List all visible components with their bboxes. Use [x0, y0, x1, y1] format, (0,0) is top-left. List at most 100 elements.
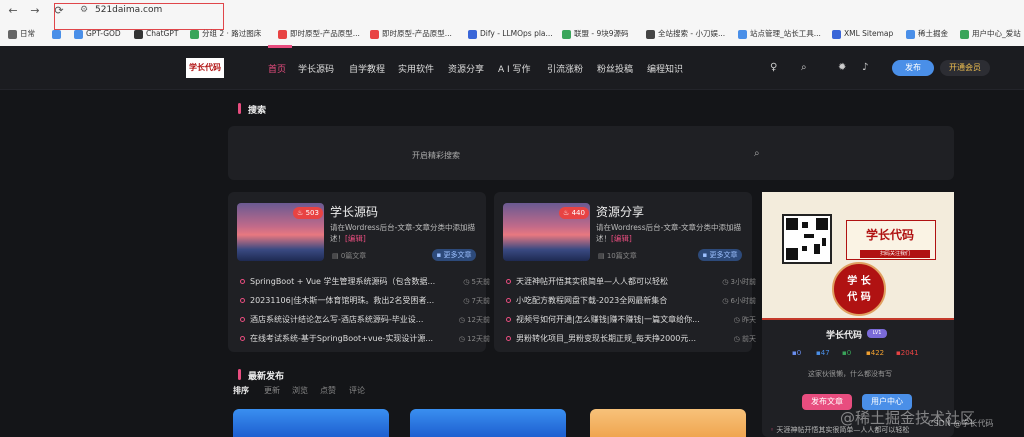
- item-title: 20231106|佳木斯一体育馆明珠。救出2名受困者...: [250, 296, 435, 305]
- bookmark[interactable]: [52, 26, 64, 42]
- clock-icon: ◷: [722, 297, 731, 305]
- doc-icon: ▤: [598, 252, 607, 260]
- seal-char: 代: [847, 292, 858, 303]
- search-icon[interactable]: ⌕: [801, 62, 807, 73]
- bookmark-label: 分组 2 · 路过图床: [202, 29, 262, 38]
- bookmark[interactable]: 站点管理_站长工具...: [738, 26, 821, 42]
- section-marker: [238, 369, 241, 380]
- level-badge: LV1: [867, 329, 887, 338]
- bookmark[interactable]: ChatGPT: [134, 26, 178, 42]
- more-articles-button[interactable]: ▪ 更多文章: [432, 249, 476, 261]
- bookmark-label: GPT-GOD: [86, 29, 121, 38]
- bookmark[interactable]: GPT-GOD: [74, 26, 121, 42]
- list-item[interactable]: 视频号如何开通|怎么赚钱|赚不赚钱|一篇文章给你... ◷ 昨天: [506, 314, 756, 328]
- bookmark-icon: [960, 29, 969, 39]
- post-card[interactable]: [233, 409, 389, 437]
- post-card[interactable]: [590, 409, 746, 437]
- bookmark[interactable]: 日常: [8, 26, 35, 42]
- nav-item[interactable]: 首页: [268, 62, 286, 75]
- bookmark[interactable]: 用户中心_爱站: [960, 26, 1021, 42]
- bookmark-icon: [468, 29, 477, 39]
- card-description: 请在Wordress后台-文章-文章分类中添加描述！[编辑]: [596, 222, 756, 244]
- bookmark-label: ChatGPT: [146, 29, 179, 38]
- watermark-sub: CSDN @学长代码: [928, 419, 994, 428]
- bookmark-label: 稀土掘金: [918, 29, 948, 38]
- more-articles-button[interactable]: ▪ 更多文章: [698, 249, 742, 261]
- bookmark[interactable]: 全站搜索 - 小刀娱...: [646, 26, 725, 42]
- item-time: ◷ 6小时前: [722, 296, 756, 306]
- item-time-text: 3小时前: [730, 278, 756, 286]
- list-item[interactable]: 男粉转化项目_男粉变现长期正规_每天挣2000元... ◷ 前天: [506, 333, 756, 347]
- nav-item[interactable]: 自学教程: [349, 62, 385, 75]
- list-item[interactable]: 小吃配方教程网盘下载-2023全网最新集合 ◷ 6小时前: [506, 295, 756, 309]
- nav-item[interactable]: 编程知识: [647, 62, 683, 75]
- theme-icon[interactable]: ✹: [838, 62, 846, 73]
- bookmark[interactable]: 联盟 - 9块9源码: [562, 26, 629, 42]
- search-section-title: 搜索: [248, 106, 267, 116]
- item-title: 天涯神帖开悟其实很简单—人人都可以轻松: [516, 277, 668, 286]
- search-box[interactable]: [228, 126, 954, 180]
- item-time-text: 昨天: [742, 316, 756, 324]
- post-card[interactable]: [410, 409, 566, 437]
- bullet-icon: [506, 336, 511, 341]
- hot-count: 440: [571, 209, 585, 217]
- site-logo[interactable]: 学长代码: [186, 58, 224, 78]
- hot-badge: ♨ 440: [559, 207, 589, 219]
- logo-seal: 学 长 代 码: [832, 262, 886, 316]
- item-time-text: 前天: [742, 335, 756, 343]
- list-item[interactable]: 天涯神帖开悟其实很简单—人人都可以轻松 ◷ 3小时前: [506, 276, 756, 290]
- nav-item[interactable]: 学长源码: [298, 62, 334, 75]
- nav-item[interactable]: A I 写作: [498, 62, 531, 75]
- bookmark-icon: [370, 29, 379, 39]
- item-time: ◷ 5天前: [463, 277, 490, 287]
- bookmark[interactable]: Dify - LLMOps pla...: [468, 26, 553, 42]
- sort-tab[interactable]: 更新: [264, 385, 280, 396]
- forward-icon[interactable]: →: [28, 4, 42, 18]
- vip-button[interactable]: 开通会员: [940, 60, 990, 76]
- stat-value: 422: [870, 349, 885, 357]
- nav-item[interactable]: 粉丝投稿: [597, 62, 633, 75]
- profile-stat: ▪47: [816, 349, 830, 357]
- list-item[interactable]: SpringBoot + Vue 学生管理系统源码（包含数据... ◷ 5天前: [240, 276, 490, 290]
- seal-char: 学: [847, 276, 858, 287]
- search-icon[interactable]: ⌕: [754, 148, 760, 159]
- site-info-icon[interactable]: ⚙: [80, 5, 88, 15]
- list-item[interactable]: 酒店系统设计结论怎么写-酒店系统源码-毕业设... ◷ 12天前: [240, 314, 490, 328]
- back-icon[interactable]: ←: [6, 4, 20, 18]
- sort-tab[interactable]: 排序: [233, 385, 249, 396]
- item-title: 酒店系统设计结论怎么写-酒店系统源码-毕业设...: [250, 315, 424, 324]
- card-title[interactable]: 学长源码: [330, 203, 378, 220]
- bookmark[interactable]: 分组 2 · 路过图床: [190, 26, 261, 42]
- bookmark[interactable]: 即时原型-产品原型...: [370, 26, 452, 42]
- bookmark[interactable]: 稀土掘金: [906, 26, 948, 42]
- sort-tab[interactable]: 点赞: [320, 385, 336, 396]
- sort-tab[interactable]: 浏览: [292, 385, 308, 396]
- bullet-icon: [240, 317, 245, 322]
- bell-icon[interactable]: ♪: [862, 62, 868, 73]
- bookmark[interactable]: XML Sitemap: [832, 26, 893, 42]
- bookmark[interactable]: 即时原型-产品原型...: [278, 26, 360, 42]
- list-item[interactable]: 在线考试系统-基于SpringBoot+vue-实现设计源... ◷ 12天前: [240, 333, 490, 347]
- card-title[interactable]: 资源分享: [596, 203, 644, 220]
- clock-icon: ◷: [733, 335, 742, 343]
- nav-item[interactable]: 资源分享: [448, 62, 484, 75]
- sort-tab[interactable]: 评论: [349, 385, 365, 396]
- latest-section-title: 最新发布: [248, 372, 285, 382]
- lightbulb-icon[interactable]: ♀: [770, 62, 777, 73]
- nav-item[interactable]: 实用软件: [398, 62, 434, 75]
- nav-item[interactable]: 引流涨粉: [547, 62, 583, 75]
- fire-icon: ♨: [563, 209, 572, 217]
- bookmark-label: 联盟 - 9块9源码: [574, 29, 629, 38]
- publish-button[interactable]: 发布: [892, 60, 934, 76]
- item-time-text: 12天前: [467, 316, 490, 324]
- more-label: 更多文章: [709, 251, 738, 259]
- bookmark-label: 即时原型-产品原型...: [290, 29, 360, 38]
- profile-stat: ▪2041: [896, 349, 919, 357]
- profile-name[interactable]: 学长代码: [826, 328, 862, 341]
- bookmark-icon: [74, 29, 83, 39]
- profile-stat: ▪0: [792, 349, 801, 357]
- profile-stat: ▪0: [842, 349, 851, 357]
- edit-link[interactable]: [编辑]: [611, 234, 632, 243]
- list-item[interactable]: 20231106|佳木斯一体育馆明珠。救出2名受困者... ◷ 7天前: [240, 295, 490, 309]
- edit-link[interactable]: [编辑]: [345, 234, 366, 243]
